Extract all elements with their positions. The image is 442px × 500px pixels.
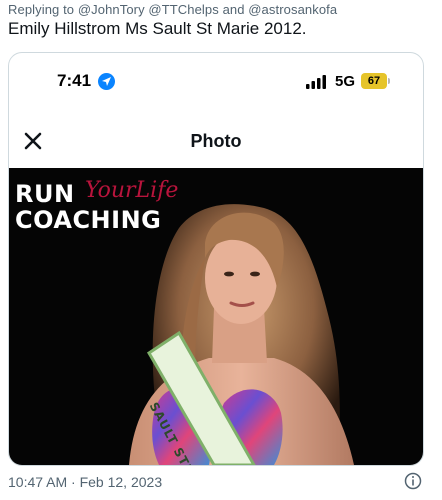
embedded-screenshot-card[interactable]: 7:41 5G 67 Photo RUN YourLife COACHING S… [8,52,424,466]
location-arrow-icon [98,73,115,90]
photo-viewer-title: Photo [190,131,242,151]
network-label: 5G [335,73,356,90]
signal-bars-icon [306,75,326,89]
reply-context[interactable]: Replying to @JohnTory @TTChelps and @ast… [8,2,337,17]
logo-run-text: RUN [15,180,75,208]
tweet-text: Emily Hillstrom Ms Sault St Marie 2012. [8,19,307,38]
tweet-timestamp[interactable]: 10:47 AM · Feb 12, 2023 [8,474,162,490]
status-time: 7:41 [57,71,92,90]
battery-tip [388,78,390,84]
logo-coaching-text: COACHING [15,206,162,234]
info-icon[interactable] [404,472,422,490]
battery-icon: 67 [361,73,387,89]
photo-viewer-header: Photo [9,123,423,167]
photo-image[interactable]: RUN YourLife COACHING SAULT STE [9,168,423,465]
logo-script-text: YourLife [85,178,179,203]
phone-status-bar: 7:41 5G 67 [9,53,423,105]
